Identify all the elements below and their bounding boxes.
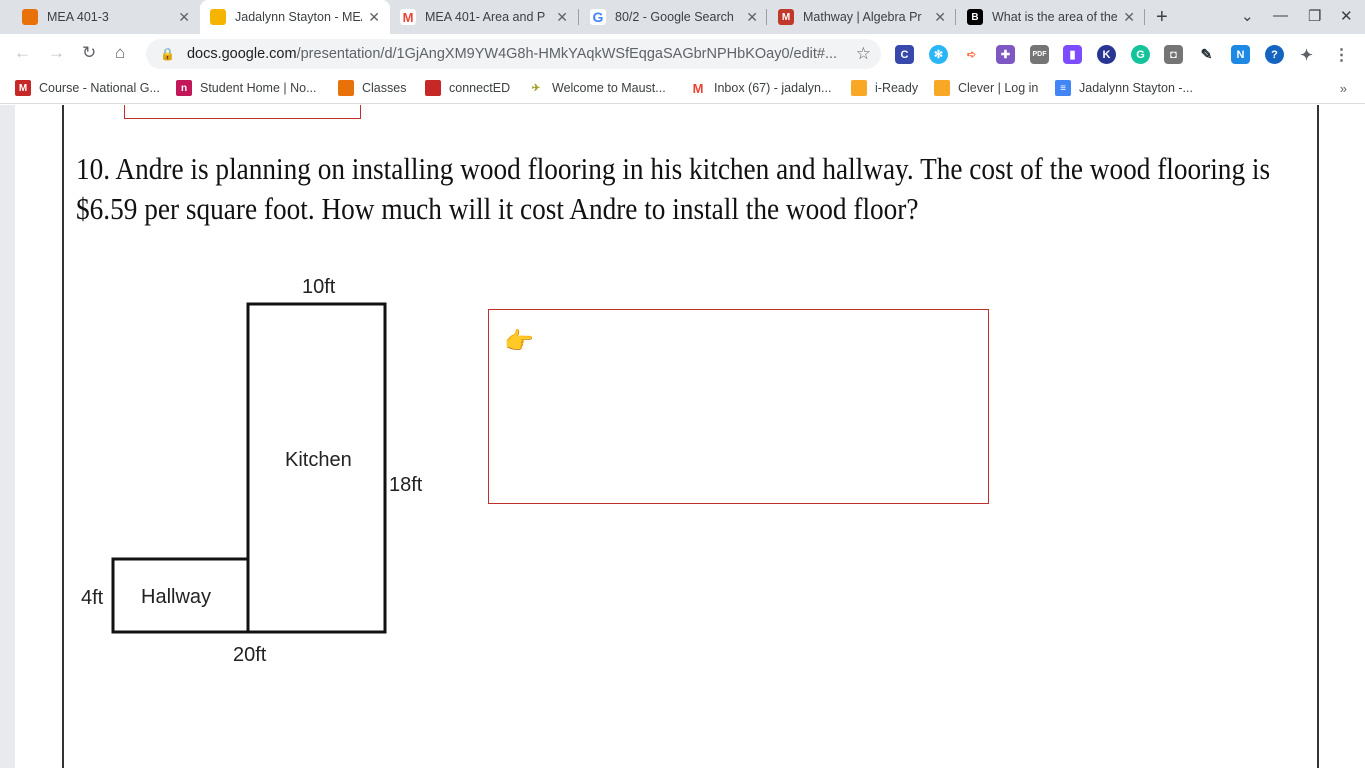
top-dimension-label: 10ft [302,276,336,298]
kitchen-label: Kitchen [285,449,352,471]
bottom-dimension-label: 20ft [233,644,267,666]
right-dimension-label: 18ft [389,474,423,496]
pointing-hand-icon: 👉 [504,328,534,355]
left-dimension-label: 4ft [81,587,104,609]
hallway-label: Hallway [141,586,211,608]
answer-text-box[interactable] [488,309,989,504]
